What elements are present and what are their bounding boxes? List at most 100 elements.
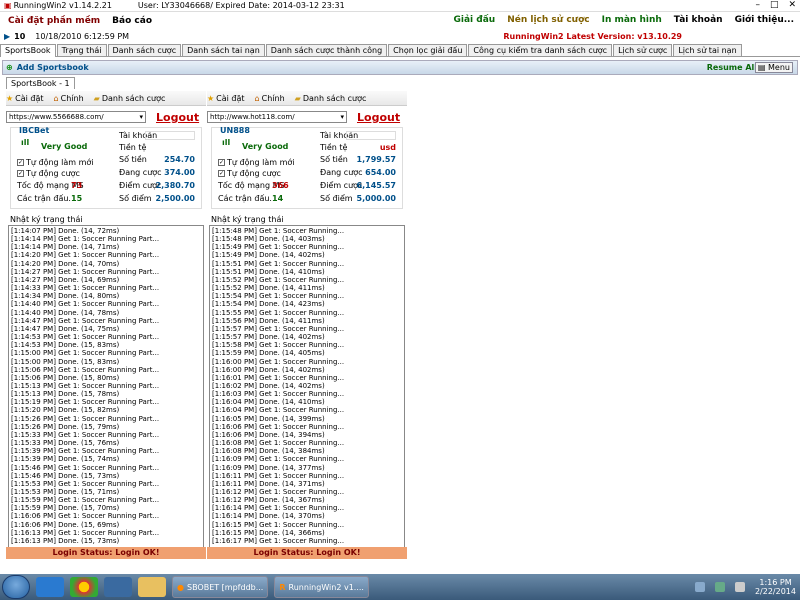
log-line: [1:15:39 PM] Get 1: Soccer Running Part.… [11, 447, 160, 456]
log-line: [1:14:53 PM] Get 1: Soccer Running Part.… [11, 333, 160, 342]
auto-bet-checkbox[interactable]: ✓ Tự động cược [218, 169, 281, 178]
taskbar-item-runningwin2[interactable]: R RunningWin2 v1.... [274, 576, 369, 598]
taskbar-item-label: SBOBET [mpfddb... [186, 582, 264, 592]
log-line: [1:15:52 PM] Done. (14, 411ms) [212, 284, 325, 293]
trades-value: 14 [272, 194, 284, 203]
log-line: [1:15:49 PM] Done. (14, 402ms) [212, 251, 325, 260]
account-box: UN888 ıll Very Good Tài khoản Tiền tệ us… [211, 126, 403, 209]
home-button[interactable]: ⌂ Chính [54, 94, 84, 103]
tab-sportsbook-1[interactable]: SportsBook - 1 [6, 77, 75, 89]
volume-icon[interactable] [734, 582, 745, 592]
add-sportsbook-button[interactable]: Add Sportsbook [17, 63, 89, 72]
sportsbook-toolbar: ⊕ Add Sportsbook Resume All ▤ Menu [2, 60, 798, 75]
log-line: [1:16:08 PM] Done. (14, 384ms) [212, 447, 325, 456]
account-field [145, 131, 195, 140]
log-label: Nhật ký trạng thái [211, 215, 284, 224]
tab-bet-history[interactable]: Lịch sử cược [613, 44, 673, 56]
auto-refresh-checkbox[interactable]: ✓ Tự động làm mới [17, 158, 94, 167]
latest-version: RunningWin2 Latest Version: v13.10.29 [503, 32, 682, 41]
auto-refresh-checkbox[interactable]: ✓ Tự động làm mới [218, 158, 295, 167]
tab-success-bets[interactable]: Danh sách cược thành công [265, 44, 388, 56]
menu-account[interactable]: Tài khoản [674, 15, 723, 25]
settings-button[interactable]: ★ Cài đặt [207, 94, 245, 103]
menu-tournaments[interactable]: Giải đấu [454, 15, 496, 25]
log-line: [1:15:54 PM] Done. (14, 423ms) [212, 300, 325, 309]
settings-label: Cài đặt [15, 93, 44, 103]
chrome-icon[interactable] [70, 577, 98, 597]
bet-list-button[interactable]: ▰ Danh sách cược [94, 94, 166, 103]
menu-button[interactable]: ▤ Menu [754, 62, 793, 73]
log-line: [1:16:00 PM] Get 1: Soccer Running... [212, 357, 345, 366]
start-button[interactable] [2, 575, 30, 599]
betting-label: Đang cược [320, 168, 363, 177]
log-line: [1:14:20 PM] Done. (14, 70ms) [11, 259, 120, 268]
tab-sportsbook[interactable]: SportsBook [0, 44, 56, 57]
panel-toolbar: ★ Cài đặt ⌂ Chính ▰ Danh sách cược [207, 91, 407, 106]
ie-icon[interactable] [36, 577, 64, 597]
log-line: [1:14:40 PM] Done. (14, 78ms) [11, 308, 120, 317]
network-icon[interactable] [714, 582, 725, 592]
betting-value: 374.00 [164, 168, 195, 177]
log-line: [1:16:00 PM] Done. (14, 402ms) [212, 365, 325, 374]
log-line: [1:15:13 PM] Done. (15, 78ms) [11, 390, 120, 399]
balance-label: Số tiền [119, 155, 147, 164]
auto-refresh-label: Tự động làm mới [227, 158, 295, 167]
auto-bet-label: Tự động cược [227, 169, 281, 178]
close-button[interactable]: ✕ [788, 0, 796, 10]
log-line: [1:15:06 PM] Done. (15, 80ms) [11, 373, 120, 382]
menu-print-screen[interactable]: In màn hình [602, 15, 662, 25]
clock[interactable]: 1:16 PM 2/22/2014 [755, 578, 796, 596]
media-player-icon[interactable] [104, 577, 132, 597]
login-status: Login Status: Login OK! [207, 547, 407, 559]
log-line: [1:15:54 PM] Get 1: Soccer Running... [212, 292, 345, 301]
tab-accident-list[interactable]: Danh sách tai nạn [182, 44, 265, 56]
auto-bet-checkbox[interactable]: ✓ Tự động cược [17, 169, 80, 178]
menu-button-label: Menu [768, 63, 790, 72]
log-line: [1:16:14 PM] Done. (14, 370ms) [212, 512, 325, 521]
logout-link[interactable]: Logout [156, 111, 199, 124]
resume-all-button[interactable]: Resume All [707, 63, 757, 72]
status-log[interactable]: [1:14:07 PM] Done. (14, 72ms) [1:14:14 PM… [8, 225, 204, 548]
maximize-button[interactable]: □ [770, 0, 779, 10]
home-button[interactable]: ⌂ Chính [255, 94, 285, 103]
tray-icon[interactable] [694, 582, 705, 592]
taskbar-item-sbobet[interactable]: ● SBOBET [mpfddb... [172, 576, 269, 598]
balance-value: 254.70 [164, 155, 195, 164]
url-select[interactable]: http://www.hot118.com/ ▾ [207, 111, 347, 123]
log-line: [1:14:14 PM] Get 1: Soccer Running Part.… [11, 235, 160, 244]
tab-filter-tournaments[interactable]: Chọn lọc giải đấu [388, 44, 468, 56]
folder-icon[interactable] [138, 577, 166, 597]
log-line: [1:15:53 PM] Get 1: Soccer Running Part.… [11, 479, 160, 488]
add-icon: ⊕ [6, 63, 13, 72]
logout-link[interactable]: Logout [357, 111, 400, 124]
minimize-button[interactable]: – [755, 0, 760, 10]
log-line: [1:16:09 PM] Get 1: Soccer Running... [212, 455, 345, 464]
sportsbook-panel-1: ★ Cài đặt ⌂ Chính ▰ Danh sách cược https://… [6, 91, 206, 559]
tab-bet-check-tool[interactable]: Công cụ kiểm tra danh sách cược [468, 44, 613, 56]
menu-compress-history[interactable]: Nén lịch sử cược [507, 15, 589, 25]
url-select[interactable]: https://www.5566688.com/ ▾ [6, 111, 146, 123]
log-line: [1:16:11 PM] Done. (14, 371ms) [212, 479, 325, 488]
account-field [346, 131, 396, 140]
chevron-down-icon: ▾ [139, 113, 143, 121]
runningwin-icon: R [279, 582, 286, 592]
betting-value: 654.00 [365, 168, 396, 177]
log-line: [1:16:06 PM] Done. (15, 69ms) [11, 520, 120, 529]
log-line: [1:16:08 PM] Get 1: Soccer Running... [212, 439, 345, 448]
status-log[interactable]: [1:15:48 PM] Get 1: Soccer Running... [1:… [209, 225, 405, 548]
menu-settings[interactable]: Cài đặt phần mềm [8, 16, 100, 26]
bet-list-button[interactable]: ▰ Danh sách cược [295, 94, 367, 103]
menu-report[interactable]: Báo cáo [112, 16, 152, 26]
log-line: [1:15:49 PM] Get 1: Soccer Running... [212, 243, 345, 252]
log-line: [1:16:13 PM] Get 1: Soccer Running Part.… [11, 528, 160, 537]
tab-status[interactable]: Trạng thái [56, 44, 107, 56]
log-line: [1:15:46 PM] Done. (15, 73ms) [11, 471, 120, 480]
log-line: [1:15:51 PM] Done. (14, 410ms) [212, 267, 325, 276]
main-tabs: SportsBook Trạng thái Danh sách cược Dan… [0, 44, 800, 57]
star-icon: ★ [6, 93, 14, 103]
log-line: [1:15:00 PM] Done. (15, 83ms) [11, 357, 120, 366]
settings-button[interactable]: ★ Cài đặt [6, 94, 44, 103]
tab-bet-list[interactable]: Danh sách cược [107, 44, 182, 56]
menu-about[interactable]: Giới thiệu... [735, 15, 794, 25]
tab-accident-history[interactable]: Lịch sử tai nạn [673, 44, 742, 56]
